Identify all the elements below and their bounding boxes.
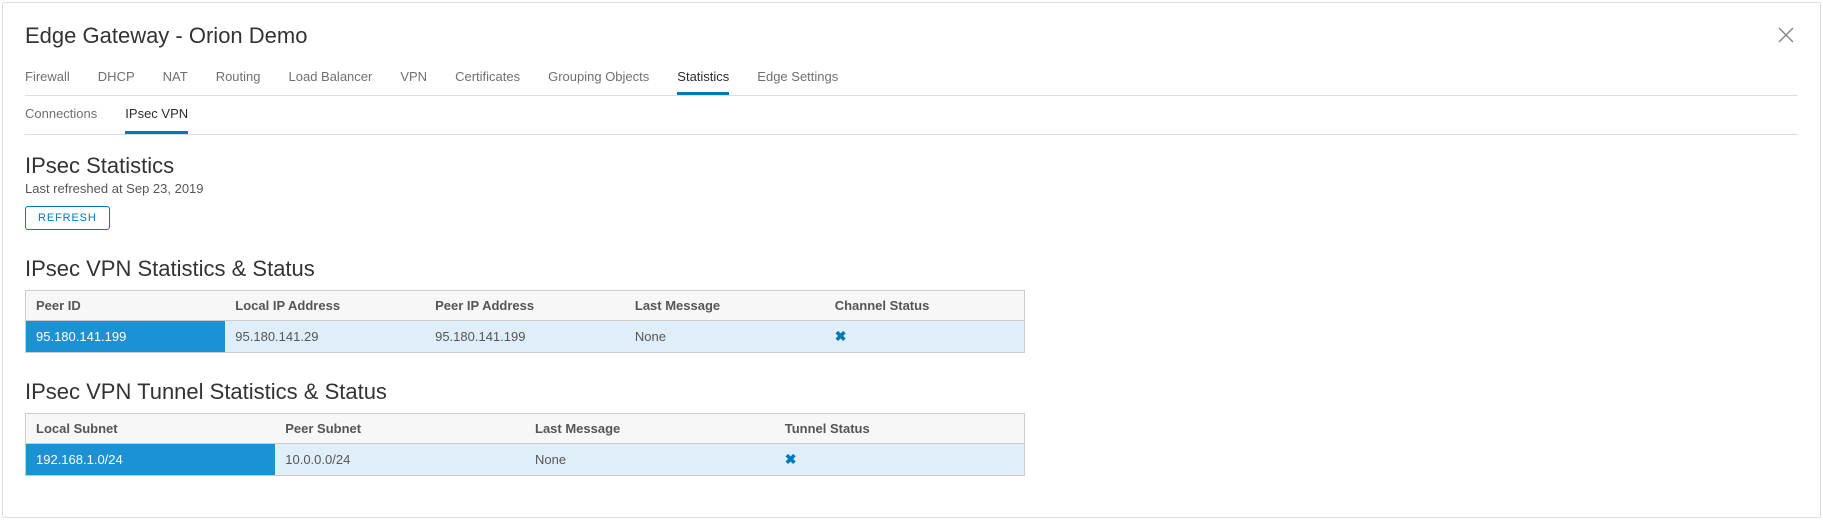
table-row[interactable]: 192.168.1.0/24 10.0.0.0/24 None ✖ xyxy=(26,444,1025,476)
tunnel-stats-title: IPsec VPN Tunnel Statistics & Status xyxy=(25,379,1798,405)
col-last-msg[interactable]: Last Message xyxy=(625,291,825,321)
stats-heading: IPsec Statistics xyxy=(25,153,1798,179)
cell-tunnel-status: ✖ xyxy=(775,444,1025,476)
tab-load-balancer[interactable]: Load Balancer xyxy=(289,61,373,95)
table-header-row: Local Subnet Peer Subnet Last Message Tu… xyxy=(26,414,1025,444)
col-channel-status[interactable]: Channel Status xyxy=(825,291,1025,321)
cell-local-ip: 95.180.141.29 xyxy=(225,321,425,353)
table-header-row: Peer ID Local IP Address Peer IP Address… xyxy=(26,291,1025,321)
cell-last-msg: None xyxy=(525,444,775,476)
col-local-ip[interactable]: Local IP Address xyxy=(225,291,425,321)
col-local-subnet[interactable]: Local Subnet xyxy=(26,414,276,444)
cell-peer-id: 95.180.141.199 xyxy=(26,321,226,353)
cell-peer-subnet: 10.0.0.0/24 xyxy=(275,444,525,476)
col-peer-id[interactable]: Peer ID xyxy=(26,291,226,321)
tab-vpn[interactable]: VPN xyxy=(400,61,427,95)
table-row[interactable]: 95.180.141.199 95.180.141.29 95.180.141.… xyxy=(26,321,1025,353)
subtab-connections[interactable]: Connections xyxy=(25,96,97,134)
tab-firewall[interactable]: Firewall xyxy=(25,61,70,95)
cell-peer-ip: 95.180.141.199 xyxy=(425,321,625,353)
main-tabs: Firewall DHCP NAT Routing Load Balancer … xyxy=(25,61,1798,96)
refresh-button[interactable]: REFRESH xyxy=(25,206,110,230)
col-peer-subnet[interactable]: Peer Subnet xyxy=(275,414,525,444)
col-tunnel-status[interactable]: Tunnel Status xyxy=(775,414,1025,444)
close-icon[interactable] xyxy=(1774,21,1798,51)
cell-channel-status: ✖ xyxy=(825,321,1025,353)
x-icon: ✖ xyxy=(835,328,847,344)
tunnel-stats-table: Local Subnet Peer Subnet Last Message Tu… xyxy=(25,413,1025,476)
x-icon: ✖ xyxy=(785,451,797,467)
vpn-stats-title: IPsec VPN Statistics & Status xyxy=(25,256,1798,282)
tab-certificates[interactable]: Certificates xyxy=(455,61,520,95)
page-title: Edge Gateway - Orion Demo xyxy=(25,23,307,49)
col-peer-ip[interactable]: Peer IP Address xyxy=(425,291,625,321)
stats-refreshed: Last refreshed at Sep 23, 2019 xyxy=(25,181,1798,196)
sub-tabs: Connections IPsec VPN xyxy=(25,96,1798,135)
cell-last-msg: None xyxy=(625,321,825,353)
tab-nat[interactable]: NAT xyxy=(163,61,188,95)
tab-grouping-objects[interactable]: Grouping Objects xyxy=(548,61,649,95)
col-last-msg[interactable]: Last Message xyxy=(525,414,775,444)
tab-dhcp[interactable]: DHCP xyxy=(98,61,135,95)
tab-statistics[interactable]: Statistics xyxy=(677,61,729,95)
tab-edge-settings[interactable]: Edge Settings xyxy=(757,61,838,95)
tab-routing[interactable]: Routing xyxy=(216,61,261,95)
cell-local-subnet: 192.168.1.0/24 xyxy=(26,444,276,476)
vpn-stats-table: Peer ID Local IP Address Peer IP Address… xyxy=(25,290,1025,353)
subtab-ipsec-vpn[interactable]: IPsec VPN xyxy=(125,96,188,134)
